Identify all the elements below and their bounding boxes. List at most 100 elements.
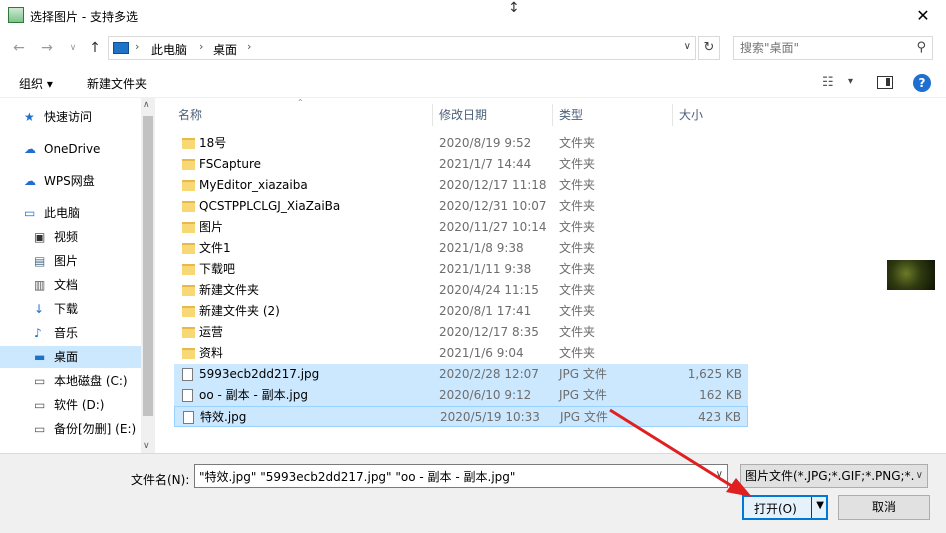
forward-button[interactable]: → bbox=[36, 37, 58, 59]
table-row[interactable]: 运营 2020/12/17 8:35 文件夹 bbox=[174, 322, 748, 343]
preview-pane-icon[interactable] bbox=[877, 76, 893, 89]
music-icon: ♪ bbox=[34, 326, 42, 340]
file-size: 162 KB bbox=[699, 388, 742, 402]
dialog-footer: 文件名(N): ∨ 图片文件(*.JPG;*.GIF;*.PNG;*.B ∨ 打… bbox=[0, 453, 946, 533]
breadcrumb-this-pc[interactable]: 此电脑 bbox=[151, 41, 187, 58]
file-date: 2021/1/6 9:04 bbox=[439, 346, 524, 360]
view-dropdown-icon[interactable]: ▾ bbox=[848, 76, 853, 87]
file-type: 文件夹 bbox=[559, 178, 596, 192]
column-header-size[interactable]: 大小 bbox=[679, 102, 703, 128]
sidebar-item[interactable]: ▥ 文档 bbox=[0, 274, 141, 296]
table-row[interactable]: 新建文件夹 (2) 2020/8/1 17:41 文件夹 bbox=[174, 301, 748, 322]
sidebar-item[interactable]: ▭ 本地磁盘 (C:) bbox=[0, 370, 141, 392]
address-dropdown-icon[interactable]: ∨ bbox=[684, 41, 691, 52]
sidebar-item[interactable]: ▭ 备份[勿删] (E:) bbox=[0, 418, 141, 440]
star-icon: ★ bbox=[24, 110, 35, 124]
folder-icon bbox=[182, 201, 195, 212]
filename-input[interactable] bbox=[195, 465, 705, 487]
search-input[interactable] bbox=[734, 37, 904, 59]
organize-button[interactable]: 组织 ▾ bbox=[19, 75, 53, 92]
sidebar-item[interactable]: ★ 快速访问 bbox=[0, 106, 141, 128]
column-header-name[interactable]: 名称 bbox=[178, 102, 202, 128]
table-row[interactable]: 5993ecb2dd217.jpg 2020/2/28 12:07 JPG 文件 1,… bbox=[174, 364, 748, 385]
breadcrumb-separator-icon[interactable]: › bbox=[199, 40, 203, 53]
table-row[interactable]: 图片 2020/11/27 10:14 文件夹 bbox=[174, 217, 748, 238]
filename-combobox[interactable]: ∨ bbox=[194, 464, 728, 488]
file-type-filter[interactable]: 图片文件(*.JPG;*.GIF;*.PNG;*.B ∨ bbox=[740, 464, 928, 488]
new-folder-button[interactable]: 新建文件夹 bbox=[87, 75, 147, 92]
column-header-date[interactable]: 修改日期 bbox=[439, 102, 487, 128]
file-date: 2021/1/11 9:38 bbox=[439, 262, 532, 276]
table-row[interactable]: MyEditor_xiazaiba 2020/12/17 11:18 文件夹 bbox=[174, 175, 748, 196]
sidebar-item[interactable]: ▣ 视频 bbox=[0, 226, 141, 248]
resize-cursor-icon: ↕ bbox=[508, 0, 520, 16]
folder-icon bbox=[182, 264, 195, 275]
table-row[interactable]: oo - 副本 - 副本.jpg 2020/6/10 9:12 JPG 文件 162 … bbox=[174, 385, 748, 406]
sidebar-item[interactable]: ↓ 下载 bbox=[0, 298, 141, 320]
scroll-down-icon[interactable]: ∨ bbox=[143, 441, 150, 451]
table-row[interactable]: 文件1 2021/1/8 9:38 文件夹 bbox=[174, 238, 748, 259]
cancel-button[interactable]: 取消 bbox=[838, 495, 930, 520]
sidebar-item[interactable]: ▭ 软件 (D:) bbox=[0, 394, 141, 416]
sidebar-item[interactable]: ☁ OneDrive bbox=[0, 138, 141, 160]
breadcrumb-separator-icon[interactable]: › bbox=[135, 40, 139, 53]
sidebar-item-label: 备份[勿删] (E:) bbox=[54, 422, 137, 436]
cloud-icon: ☁ bbox=[24, 174, 36, 188]
address-bar[interactable]: › 此电脑 › 桌面 › ∨ bbox=[108, 36, 696, 60]
back-button[interactable]: ← bbox=[8, 37, 30, 59]
table-row[interactable]: 18号 2020/8/19 9:52 文件夹 bbox=[174, 133, 748, 154]
sidebar-item[interactable]: ♪ 音乐 bbox=[0, 322, 141, 344]
window-title: 选择图片 - 支持多选 bbox=[30, 10, 138, 24]
sidebar-item-label: 音乐 bbox=[54, 326, 79, 340]
navigation-pane: ★ 快速访问 ☁ OneDrive ☁ WPS网盘 ▭ 此电脑 ▣ 视频 ▤ 图片 ▥ 文档 ↓ 下载 ♪ 音乐 ▬… bbox=[0, 98, 155, 453]
file-list: ⌃ 名称 修改日期 类型 大小 18号 2020/8/19 9:52 文件夹 FSCa… bbox=[162, 98, 946, 453]
refresh-icon: ↻ bbox=[703, 40, 715, 55]
recent-locations-button[interactable]: ∨ bbox=[62, 37, 84, 59]
address-row: ← → ∨ ↑ › 此电脑 › 桌面 › ∨ ↻ ⚲ bbox=[0, 33, 946, 63]
sidebar-item-label: 软件 (D:) bbox=[54, 398, 105, 412]
search-box[interactable]: ⚲ bbox=[733, 36, 933, 60]
drive-icon: ▭ bbox=[34, 398, 46, 412]
table-row[interactable]: QCSTPPLCLGJ_XiaZaiBa 2020/12/31 10:07 文件夹 bbox=[174, 196, 748, 217]
table-row[interactable]: 资料 2021/1/6 9:04 文件夹 bbox=[174, 343, 748, 364]
close-button[interactable]: ✕ bbox=[900, 0, 946, 31]
breadcrumb-desktop[interactable]: 桌面 bbox=[213, 41, 237, 58]
sidebar-item[interactable]: ☁ WPS网盘 bbox=[0, 170, 141, 192]
file-type: 文件夹 bbox=[559, 262, 596, 276]
file-type: 文件夹 bbox=[559, 283, 596, 297]
table-row[interactable]: 下载吧 2021/1/11 9:38 文件夹 bbox=[174, 259, 748, 280]
file-date: 2020/11/27 10:14 bbox=[439, 220, 547, 234]
open-options-dropdown-icon[interactable]: ▼ bbox=[816, 500, 824, 511]
open-button[interactable]: 打开(O) ▼ bbox=[742, 495, 828, 520]
scrollbar-thumb[interactable] bbox=[143, 116, 153, 416]
refresh-button[interactable]: ↻ bbox=[698, 36, 720, 60]
chevron-down-icon: ∨ bbox=[913, 465, 923, 487]
sidebar-item[interactable]: ▬ 桌面 bbox=[0, 346, 141, 368]
document-icon: ▥ bbox=[34, 278, 46, 292]
computer-icon: ▭ bbox=[24, 206, 36, 220]
file-date: 2020/12/17 8:35 bbox=[439, 325, 539, 339]
up-button[interactable]: ↑ bbox=[84, 37, 106, 59]
arrow-left-icon: ← bbox=[13, 40, 25, 56]
folder-icon bbox=[182, 159, 195, 170]
sidebar-item[interactable]: ▤ 图片 bbox=[0, 250, 141, 272]
sidebar-item[interactable]: ▭ 此电脑 bbox=[0, 202, 141, 224]
file-name: 18号 bbox=[199, 136, 227, 150]
view-options-icon[interactable]: ☷ bbox=[822, 75, 834, 90]
file-name: 图片 bbox=[199, 220, 224, 234]
column-header-type[interactable]: 类型 bbox=[559, 102, 583, 128]
nav-scrollbar[interactable]: ∧ ∨ bbox=[141, 98, 155, 453]
file-type: 文件夹 bbox=[559, 157, 596, 171]
folder-icon bbox=[182, 180, 195, 191]
scroll-up-icon[interactable]: ∧ bbox=[143, 100, 150, 110]
file-name: 特效.jpg bbox=[200, 410, 247, 424]
file-type: 文件夹 bbox=[559, 136, 596, 150]
table-row[interactable]: FSCapture 2021/1/7 14:44 文件夹 bbox=[174, 154, 748, 175]
breadcrumb-separator-icon[interactable]: › bbox=[247, 40, 251, 53]
table-row[interactable]: 特效.jpg 2020/5/19 10:33 JPG 文件 423 KB bbox=[174, 406, 748, 427]
file-type-filter-value: 图片文件(*.JPG;*.GIF;*.PNG;*.B bbox=[745, 469, 923, 483]
chevron-down-icon[interactable]: ∨ bbox=[716, 469, 723, 480]
table-row[interactable]: 新建文件夹 2020/4/24 11:15 文件夹 bbox=[174, 280, 748, 301]
folder-icon bbox=[182, 138, 195, 149]
help-icon[interactable]: ? bbox=[913, 74, 931, 92]
